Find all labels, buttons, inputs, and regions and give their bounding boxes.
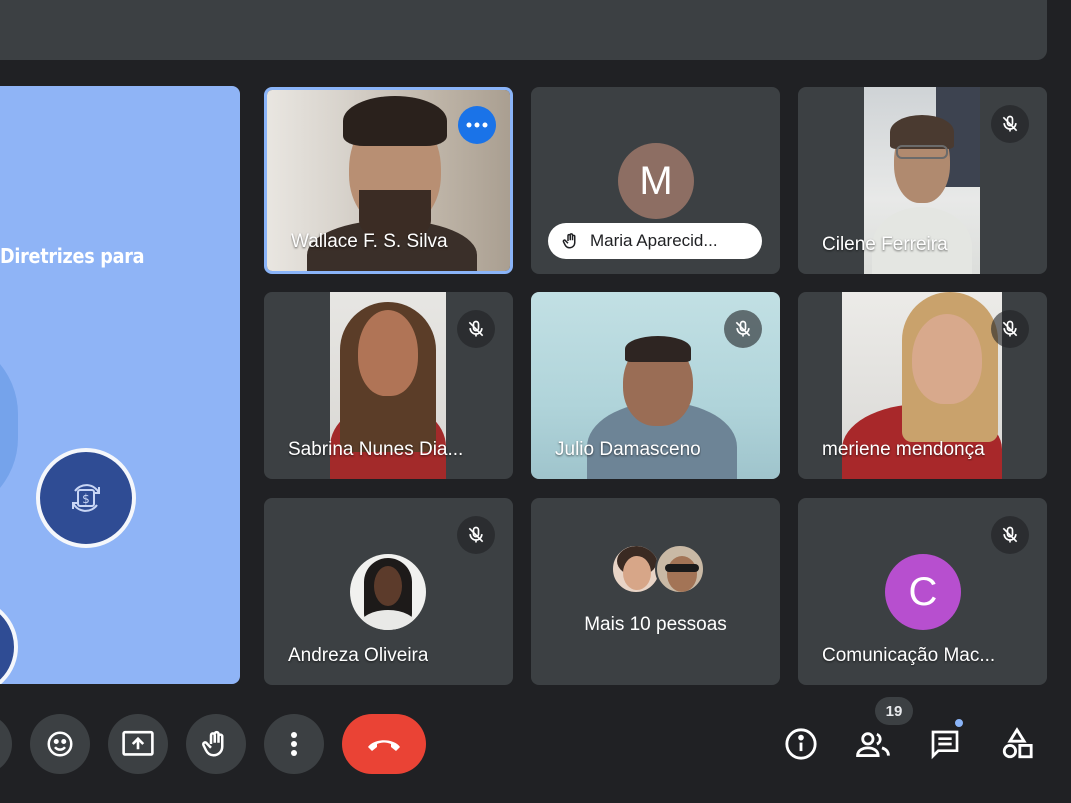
more-participants-label: Mais 10 pessoas — [584, 614, 727, 635]
avatar: C — [885, 554, 961, 630]
call-controls — [0, 714, 1071, 776]
participant-name: Maria Aparecid... — [590, 231, 718, 250]
presentation-screen[interactable]: Diretrizes para $ — [0, 86, 240, 684]
info-icon — [785, 728, 817, 760]
participant-name: Andreza Oliveira — [288, 645, 429, 666]
participant-tile-meriene[interactable]: meriene mendonça — [798, 292, 1047, 479]
svg-text:$: $ — [82, 492, 90, 506]
present-screen-button[interactable] — [108, 714, 168, 774]
presentation-title: Diretrizes para — [0, 244, 145, 268]
activities-button[interactable] — [995, 722, 1039, 766]
raised-hand-badge: Maria Aparecid... — [548, 223, 762, 259]
end-call-button[interactable] — [342, 714, 426, 774]
participant-count-badge: 19 — [875, 697, 913, 725]
reactions-button[interactable] — [30, 714, 90, 774]
participant-name: Sabrina Nunes Dia... — [288, 439, 464, 460]
chat-icon — [931, 730, 959, 760]
raised-hand-icon — [202, 730, 224, 757]
presentation-graphic-arc — [0, 336, 18, 516]
participant-tile-comunicacao[interactable]: C Comunicação Mac... — [798, 498, 1047, 685]
mic-off-icon — [457, 516, 495, 554]
mic-off-icon — [991, 310, 1029, 348]
avatar — [655, 544, 705, 594]
emoji-icon — [47, 731, 73, 757]
people-button[interactable] — [851, 722, 895, 766]
participant-tile-wallace[interactable]: Wallace F. S. Silva — [264, 87, 513, 274]
participant-name: meriene mendonça — [822, 439, 985, 460]
mic-off-icon — [724, 310, 762, 348]
camera-button[interactable] — [0, 714, 12, 774]
participant-tile-maria[interactable]: M Maria Aparecid... — [531, 87, 780, 274]
currency-exchange-icon: $ — [36, 448, 136, 548]
participant-name: Julio Damasceno — [555, 439, 701, 460]
participant-name: Cilene Ferreira — [822, 234, 948, 255]
more-vert-icon — [291, 732, 297, 756]
participant-name: Comunicação Mac... — [822, 645, 996, 666]
top-bar — [0, 0, 1047, 60]
more-options-button[interactable] — [458, 106, 496, 144]
participant-tile-julio[interactable]: Julio Damasceno — [531, 292, 780, 479]
more-options-button[interactable] — [264, 714, 324, 774]
hang-up-icon — [368, 740, 400, 751]
people-icon — [856, 732, 890, 757]
participant-tile-andreza[interactable]: Andreza Oliveira — [264, 498, 513, 685]
present-screen-icon — [122, 730, 154, 756]
participant-name: Wallace F. S. Silva — [291, 231, 448, 252]
meeting-details-button[interactable] — [779, 722, 823, 766]
avatar: M — [618, 143, 694, 219]
chat-notification-dot — [953, 717, 965, 729]
more-participants-tile[interactable]: Mais 10 pessoas — [531, 498, 780, 685]
avatar — [611, 544, 661, 594]
presentation-graphic-circle — [0, 598, 18, 684]
raised-hand-icon — [562, 233, 576, 249]
raise-hand-button[interactable] — [186, 714, 246, 774]
activities-icon — [1002, 727, 1033, 759]
mic-off-icon — [991, 105, 1029, 143]
avatar — [350, 554, 426, 630]
mic-off-icon — [991, 516, 1029, 554]
participant-tile-cilene[interactable]: Cilene Ferreira — [798, 87, 1047, 274]
participant-tile-sabrina[interactable]: Sabrina Nunes Dia... — [264, 292, 513, 479]
mic-off-icon — [457, 310, 495, 348]
